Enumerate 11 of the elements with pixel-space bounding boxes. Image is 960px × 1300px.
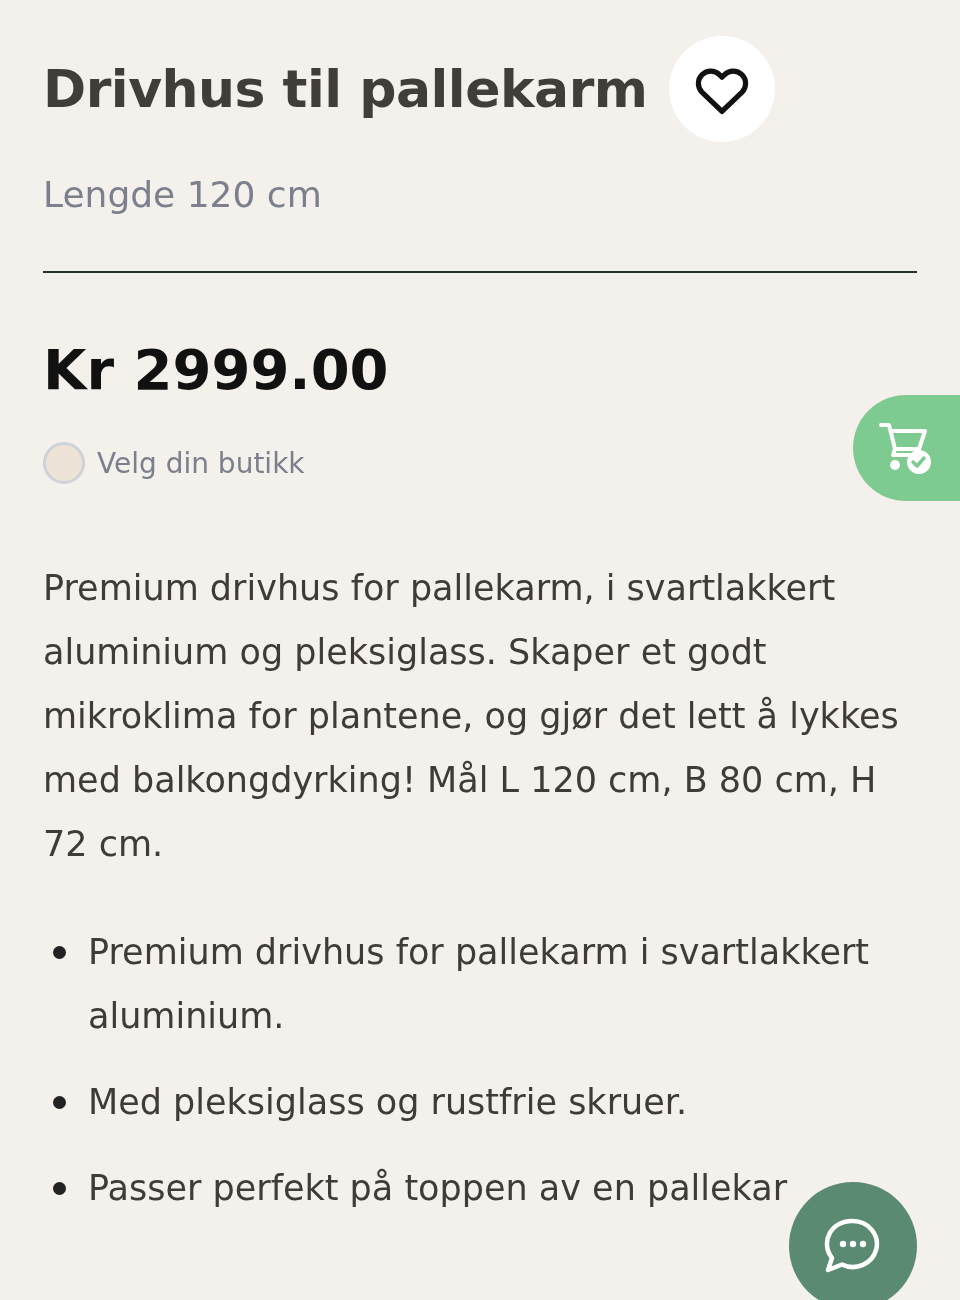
bullet-icon [53,1182,66,1195]
product-description: Premium drivhus for pallekarm, i svartlakkert aluminium og pleksiglass. Skaper et godt mikroklima for plantene, og gjør det lett å lykkes med balkongdyrking! Mål L 120 cm, B 80 cm, H 72 cm. [43,567,900,866]
product-title: Drivhus til pallekarm [43,59,648,119]
feature-text: Passer perfekt på toppen av en pallekar [88,1167,788,1210]
feature-text: Med pleksiglass og rustfrie skruer. [88,1081,688,1124]
bullet-icon [53,946,66,959]
bullet-icon [53,1096,66,1109]
product-price: Kr 2999.00 [43,337,389,402]
product-subtitle: Lengde 120 cm [43,174,322,215]
store-selector[interactable]: Velg din butikk [43,442,305,484]
feature-text: Premium drivhus for pallekarm i svartlakkert aluminium. [88,931,871,1038]
